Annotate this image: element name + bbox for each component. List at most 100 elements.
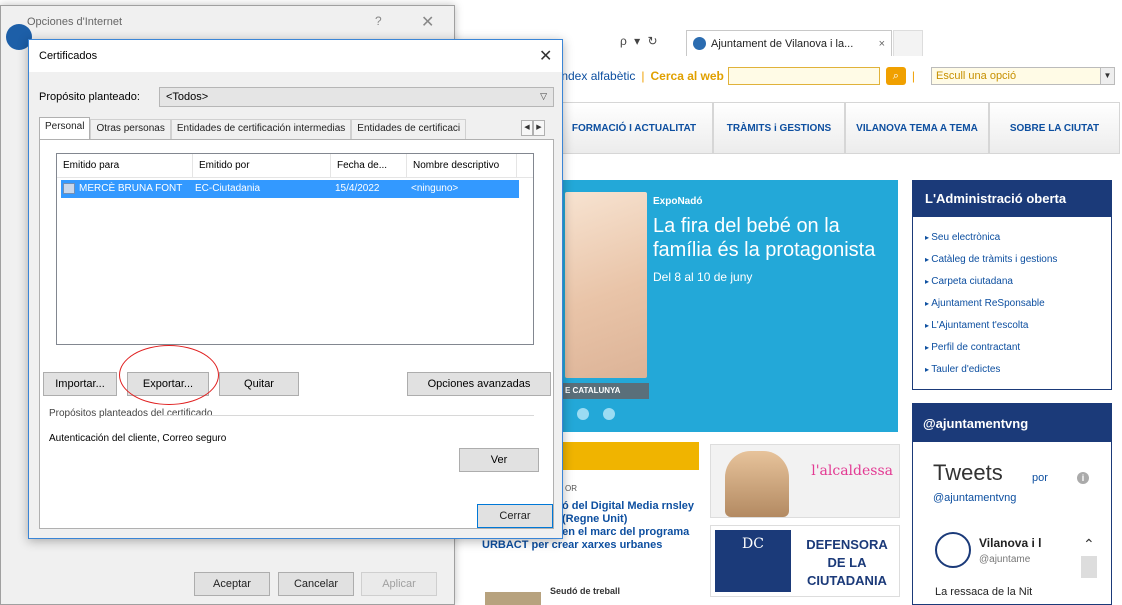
main-nav: FORMACIÓ I ACTUALITAT TRÀMITS i GESTIONS… — [555, 102, 1120, 154]
nav-sobre-ciutat[interactable]: SOBRE LA CIUTAT — [989, 102, 1120, 154]
help-icon[interactable]: ? — [375, 14, 382, 28]
carousel-dot[interactable] — [577, 408, 589, 420]
twitter-handle-link[interactable]: @ajuntamentvng — [933, 492, 1016, 504]
certificate-list[interactable]: Emitido para Emitido por Fecha de... Nom… — [56, 153, 534, 345]
dialog-title: Opciones d'Internet — [27, 16, 123, 28]
cell-expiration: 15/4/2022 — [335, 183, 380, 194]
close-icon[interactable]: ✕ — [539, 46, 552, 66]
tab-root-ca[interactable]: Entidades de certificaci — [351, 119, 467, 139]
admin-oberta-panel: L'Administració oberta Seu electrònica C… — [912, 180, 1112, 390]
admin-link[interactable]: L'Ajuntament t'escolta — [925, 315, 1111, 337]
remove-button[interactable]: Quitar — [219, 372, 299, 396]
alcaldessa-photo — [725, 451, 789, 517]
cell-friendly-name: <ninguno> — [411, 183, 459, 194]
web-search-label: Cerca al web — [650, 69, 724, 83]
chevron-down-icon: ▽ — [540, 91, 547, 101]
new-tab-button[interactable] — [893, 30, 923, 56]
nav-formacio[interactable]: FORMACIÓ I ACTUALITAT — [555, 102, 713, 154]
certificate-list-header: Emitido para Emitido por Fecha de... Nom… — [57, 154, 533, 178]
news-seu[interactable]: Seudó de treball — [550, 586, 620, 596]
accept-button[interactable]: Aceptar — [194, 572, 270, 596]
certificate-tabs: Personal Otras personas Entidades de cer… — [39, 117, 467, 139]
tweets-heading: Tweets — [933, 460, 1003, 485]
info-icon[interactable]: i — [1077, 472, 1089, 484]
scrollbar[interactable] — [1081, 556, 1097, 578]
certificate-icon — [63, 183, 75, 194]
purpose-select[interactable]: <Todos> ▽ — [159, 87, 554, 107]
view-button[interactable]: Ver — [459, 448, 539, 472]
divider — [159, 415, 534, 416]
purposes-value: Autenticación del cliente, Correo seguro — [49, 433, 227, 444]
hero-banner[interactable]: E CATALUNYA ExpoNadó La fira del bebé on… — [555, 180, 898, 432]
nav-tramits[interactable]: TRÀMITS i GESTIONS — [713, 102, 845, 154]
news-header — [555, 442, 699, 470]
browser-tab[interactable]: Ajuntament de Vilanova i la... × — [686, 30, 892, 56]
hero-caption: E CATALUNYA — [561, 383, 649, 399]
browser-tab-label: Ajuntament de Vilanova i la... — [711, 37, 854, 50]
purpose-label: Propósito planteado: — [39, 91, 140, 103]
web-search-input[interactable] — [727, 67, 880, 85]
admin-link[interactable]: Perfil de contractant — [925, 337, 1111, 359]
purpose-select-value: <Todos> — [166, 91, 209, 103]
tweet-author-handle[interactable]: @ajuntame — [979, 554, 1030, 565]
chevron-right-icon[interactable]: ▶ — [533, 120, 545, 136]
hero-tag: ExpoNadó — [653, 196, 703, 207]
admin-link[interactable]: Ajuntament ReSponsable — [925, 293, 1111, 315]
tweet-author[interactable]: Vilanova i l — [979, 536, 1041, 550]
option-select-value: Escull una opció — [936, 70, 1017, 82]
news-sub: OR — [565, 484, 577, 493]
cancel-button[interactable]: Cancelar — [278, 572, 354, 596]
chevron-left-icon[interactable]: ◀ — [521, 120, 533, 136]
tab-close-icon[interactable]: × — [879, 38, 885, 50]
address-bar-controls[interactable]: ρ ▾ ↻ — [620, 34, 660, 48]
certificates-dialog: Certificados ✕ Propósito planteado: <Tod… — [28, 39, 563, 539]
defensora-label: DEFENSORA DE LA CIUTADANIA — [806, 537, 888, 588]
chevron-up-icon[interactable]: ⌃ — [1083, 536, 1095, 553]
tab-intermediate-ca[interactable]: Entidades de certificación intermedias — [170, 119, 352, 139]
apply-button[interactable]: Aplicar — [361, 572, 437, 596]
alcaldessa-banner[interactable]: l'alcaldessa — [710, 444, 900, 518]
admin-links: Seu electrònica Catàleg de tràmits i ges… — [913, 217, 1111, 381]
table-row[interactable]: MERCÈ BRUNA FONT EC-Ciutadania 15/4/2022… — [61, 180, 519, 198]
close-button[interactable]: Cerrar — [477, 504, 553, 528]
search-go-button[interactable]: ⌕ — [885, 67, 906, 85]
news-headline[interactable]: ó del Digital Media rnsley (Regne Unit) — [562, 500, 702, 526]
toolbar-separator: | — [641, 69, 645, 83]
tab-scroll-buttons: ◀ ▶ — [521, 120, 545, 136]
admin-link[interactable]: Carpeta ciutadana — [925, 271, 1111, 293]
defensora-logo: DC — [715, 530, 791, 592]
admin-link[interactable]: Catàleg de tràmits i gestions — [925, 249, 1111, 271]
advanced-options-button[interactable]: Opciones avanzadas — [407, 372, 551, 396]
close-icon[interactable]: ✕ — [421, 12, 434, 32]
avatar[interactable] — [935, 532, 971, 568]
twitter-panel-title: @ajuntamentvng — [913, 404, 1111, 442]
column-friendly-name[interactable]: Nombre descriptivo — [407, 154, 517, 178]
dialog-title: Certificados — [39, 50, 98, 62]
admin-link[interactable]: Tauler d'edictes — [925, 359, 1111, 381]
carousel-dot[interactable] — [603, 408, 615, 420]
alpha-index-link[interactable]: Índex alfabètic — [558, 69, 635, 83]
cell-issued-to: MERCÈ BRUNA FONT — [79, 183, 183, 194]
twitter-panel: @ajuntamentvng Tweets por i @ajuntamentv… — [912, 403, 1112, 605]
tweets-por: por — [1032, 472, 1048, 484]
option-select[interactable]: Escull una opció ▼ — [931, 67, 1116, 85]
tab-other-people[interactable]: Otras personas — [90, 119, 171, 139]
toolbar-separator: | — [911, 69, 916, 83]
purposes-group-label: Propósitos planteados del certificado — [49, 408, 213, 419]
hero-title[interactable]: La fira del bebé on la família és la pro… — [653, 214, 893, 262]
column-issued-by[interactable]: Emitido por — [193, 154, 331, 178]
defensora-banner[interactable]: DC DEFENSORA DE LA CIUTADANIA — [710, 525, 900, 597]
admin-link[interactable]: Seu electrònica — [925, 227, 1111, 249]
tab-personal[interactable]: Personal — [39, 117, 91, 139]
column-expiration[interactable]: Fecha de... — [331, 154, 407, 178]
column-issued-to[interactable]: Emitido para — [57, 154, 193, 178]
chevron-down-icon: ▼ — [1100, 68, 1115, 84]
import-button[interactable]: Importar... — [43, 372, 117, 396]
site-favicon-icon — [693, 37, 706, 50]
baby-photo — [565, 192, 647, 378]
tweet-text: La ressaca de la Nit — [935, 586, 1033, 598]
nav-vilanova-tema[interactable]: VILANOVA TEMA A TEMA — [845, 102, 989, 154]
cell-issued-by: EC-Ciutadania — [195, 183, 261, 194]
alcaldessa-label: l'alcaldessa — [811, 463, 893, 479]
admin-oberta-title: L'Administració oberta — [913, 181, 1111, 217]
